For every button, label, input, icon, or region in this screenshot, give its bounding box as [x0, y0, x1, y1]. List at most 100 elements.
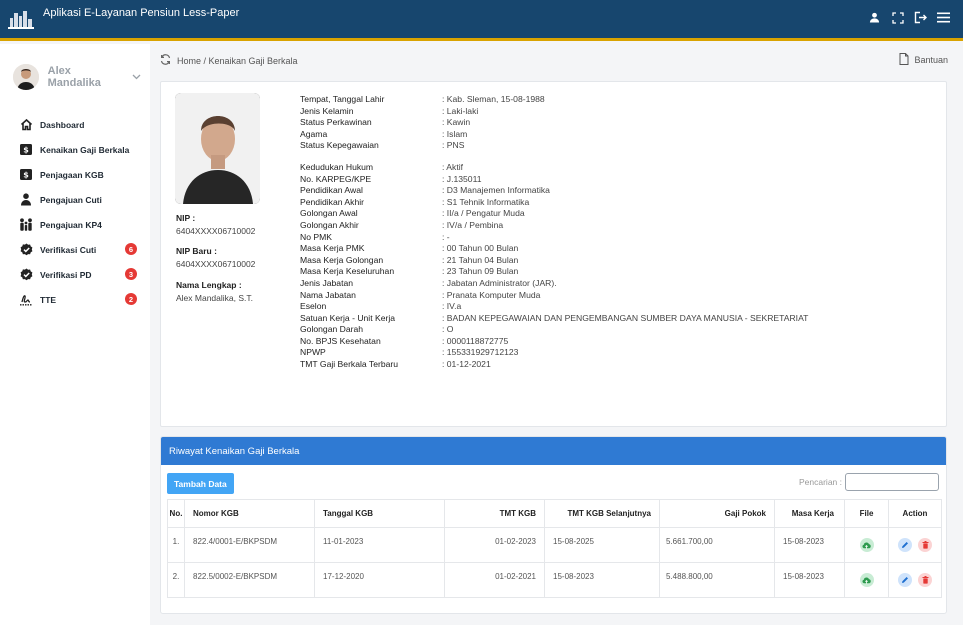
breadcrumb-bar: Home / Kenaikan Gaji Berkala Bantuan — [160, 53, 950, 69]
field-value: : Kawin — [442, 117, 471, 128]
field-label: Status Kepegawaian — [300, 140, 379, 151]
logout-icon[interactable] — [913, 10, 928, 25]
search-input[interactable] — [845, 473, 939, 491]
sidebar-item-tte[interactable]: TTE 2 — [0, 287, 150, 312]
column-header[interactable]: No. — [167, 499, 185, 528]
sidebar-item-verifikasi-cuti[interactable]: Verifikasi Cuti 6 — [0, 237, 150, 262]
nip-baru-value: 6404XXXX06710002 — [176, 259, 256, 269]
cell-no: 2. — [167, 562, 185, 598]
sidebar-item-penjagaan-kgb[interactable]: $ Penjagaan KGB — [0, 162, 150, 187]
field-row: Golongan Darah: O — [300, 324, 808, 336]
field-row: NPWP: 155331929712123 — [300, 347, 808, 359]
notification-badge: 3 — [125, 268, 137, 280]
cloud-upload-icon[interactable] — [859, 573, 874, 587]
delete-trash-icon[interactable] — [918, 573, 932, 587]
field-label: No. BPJS Kesehatan — [300, 335, 381, 346]
field-value: : O — [442, 324, 454, 335]
cell-nomor-kgb: 822.5/0002-E/BKPSDM — [184, 562, 315, 598]
check-badge-icon — [19, 268, 33, 282]
user-name: Alex Mandalika — [47, 65, 101, 89]
app-title: Aplikasi E-Layanan Pensiun Less-Paper — [43, 7, 240, 19]
avatar — [13, 64, 39, 90]
field-row: Satuan Kerja - Unit Kerja : BADAN KEPEGAW… — [300, 313, 808, 325]
sidebar-item-dashboard[interactable]: Dashboard — [0, 112, 150, 137]
cell-nomor-kgb: 822.4/0001-E/BKPSDM — [184, 527, 315, 563]
field-value: : BADAN KEPEGAWAIAN DAN PENGEMBANGAN SUM… — [442, 312, 809, 323]
field-label: Tempat, Tanggal Lahir — [300, 94, 385, 104]
table-row: 2. 822.5/0002-E/BKPSDM 17-12-2020 01-02-… — [167, 562, 942, 598]
sidebar-item-label: Verifikasi PD — [40, 269, 92, 280]
cell-no: 1. — [167, 527, 185, 563]
cloud-upload-icon[interactable] — [859, 538, 874, 552]
user-icon[interactable] — [867, 10, 882, 25]
field-value: : D3 Manajemen Informatika — [442, 185, 550, 196]
signature-icon — [19, 293, 33, 307]
column-header[interactable]: File — [844, 499, 889, 528]
chevron-down-icon — [132, 72, 141, 83]
full-name-value: Alex Mandalika, S.T. — [176, 293, 254, 303]
field-row: Kedudukan Hukum: Aktif — [300, 162, 808, 174]
field-label: NPWP — [300, 347, 326, 358]
field-label: No PMK — [300, 231, 332, 242]
table-row: 1. 822.4/0001-E/BKPSDM 11-01-2023 01-02-… — [167, 527, 942, 563]
field-value: : 00 Tahun 00 Bulan — [442, 243, 519, 254]
add-data-button[interactable]: Tambah Data — [167, 473, 234, 494]
cell-masa-kerja: 15-08-2023 — [774, 527, 845, 563]
field-row: TMT Gaji Berkala Terbaru: 01-12-2021 — [300, 359, 808, 371]
cell-tmt-kgb-selanjutnya: 15-08-2025 — [544, 527, 660, 563]
hamburger-menu-icon[interactable] — [936, 10, 951, 25]
field-value: : Laki-laki — [442, 105, 479, 116]
sidebar: Alex Mandalika Dashboard $ Kenaikan Gaji… — [0, 44, 150, 625]
column-header[interactable]: TMT KGB — [444, 499, 545, 528]
field-row: Golongan Akhir: IV/a / Pembina — [300, 220, 808, 232]
refresh-icon[interactable] — [160, 54, 171, 68]
fullscreen-icon[interactable] — [890, 10, 905, 25]
cell-file — [844, 562, 889, 598]
sidebar-item-kenaikan-gaji-berkala[interactable]: $ Kenaikan Gaji Berkala — [0, 137, 150, 162]
profile-fields: Tempat, Tanggal Lahir : Kab. Sleman, 15-0… — [300, 94, 808, 371]
field-row: No. BPJS Kesehatan: 0000118872775 — [300, 336, 808, 348]
field-label: Masa Kerja PMK — [300, 243, 365, 254]
nip-label: NIP : — [176, 213, 196, 223]
column-header[interactable]: Action — [888, 499, 942, 528]
field-row: Masa Kerja Keseluruhan: 23 Tahun 09 Bula… — [300, 266, 808, 278]
field-row: No PMK: - — [300, 232, 808, 244]
sidebar-item-label: Pengajuan Cuti — [40, 194, 102, 205]
sidebar-item-label: Dashboard — [40, 119, 85, 130]
field-row: Agama: Islam — [300, 129, 808, 141]
document-icon — [899, 53, 909, 67]
column-header[interactable]: Masa Kerja — [774, 499, 845, 528]
user-menu[interactable]: Alex Mandalika — [10, 62, 141, 92]
dollar-icon: $ — [19, 143, 33, 157]
delete-trash-icon[interactable] — [918, 538, 932, 552]
field-label: Jenis Jabatan — [300, 277, 354, 288]
column-header[interactable]: Nomor KGB — [184, 499, 315, 528]
sidebar-item-pengajuan-cuti[interactable]: Pengajuan Cuti — [0, 187, 150, 212]
column-header[interactable]: TMT KGB Selanjutnya — [544, 499, 660, 528]
help-link[interactable]: Bantuan — [899, 53, 948, 67]
sidebar-item-verifikasi-pd[interactable]: Verifikasi PD 3 — [0, 262, 150, 287]
field-row: No. KARPEG/KPE: J.135011 — [300, 174, 808, 186]
field-label: Golongan Akhir — [300, 219, 359, 230]
sidebar-item-label: Pengajuan KP4 — [40, 219, 102, 230]
breadcrumb[interactable]: Home / Kenaikan Gaji Berkala — [177, 56, 298, 66]
column-header[interactable]: Tanggal KGB — [314, 499, 445, 528]
person-icon — [19, 193, 33, 207]
field-label: Satuan Kerja - Unit Kerja — [300, 312, 396, 323]
sidebar-menu: Dashboard $ Kenaikan Gaji Berkala $ Penj… — [0, 112, 150, 312]
field-row: Golongan Awal: II/a / Pengatur Muda — [300, 208, 808, 220]
svg-text:$: $ — [23, 170, 29, 179]
field-value: : IV.a — [442, 301, 462, 312]
field-value: : S1 Tehnik Informatika — [442, 196, 530, 207]
notification-badge: 2 — [125, 293, 137, 305]
sidebar-item-pengajuan-kp4[interactable]: Pengajuan KP4 — [0, 212, 150, 237]
edit-pencil-icon[interactable] — [898, 538, 912, 552]
edit-pencil-icon[interactable] — [898, 573, 912, 587]
field-row: Pendidikan Awal: D3 Manajemen Informatik… — [300, 185, 808, 197]
column-header[interactable]: Gaji Pokok — [659, 499, 775, 528]
field-row: Masa Kerja PMK : 00 Tahun 00 Bulan — [300, 243, 808, 255]
field-value: : Kab. Sleman, 15-08-1988 — [442, 94, 545, 104]
kgb-table: No. Nomor KGB Tanggal KGB TMT KGB TMT KG… — [167, 499, 942, 598]
field-label: Golongan Awal — [300, 208, 358, 219]
cell-tmt-kgb: 01-02-2023 — [444, 527, 545, 563]
